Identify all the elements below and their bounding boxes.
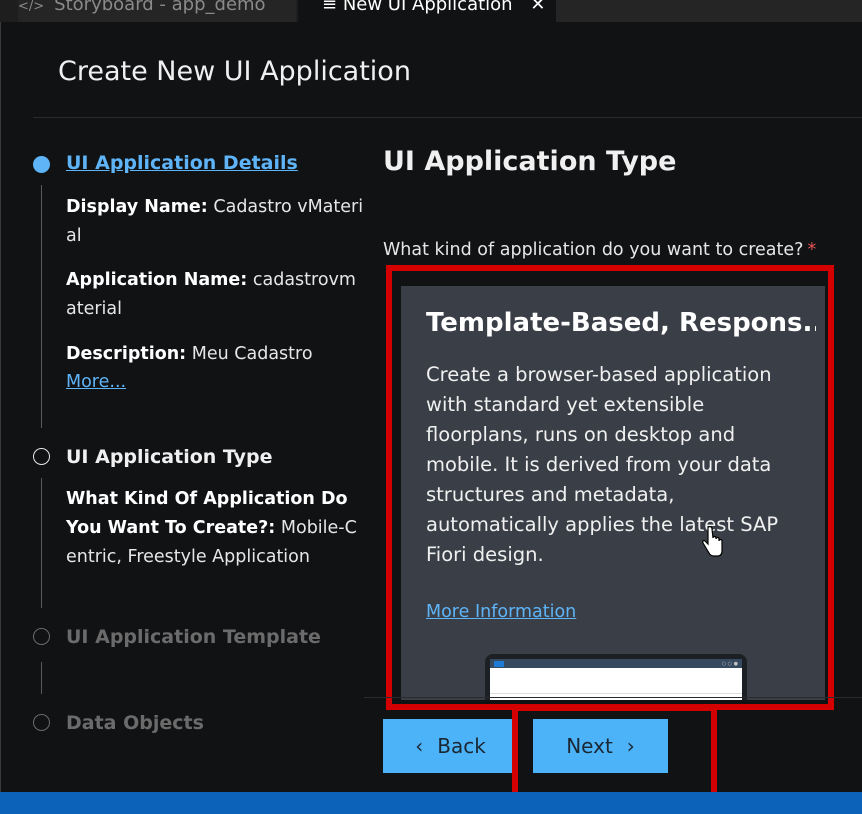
code-brackets-icon: </> bbox=[18, 0, 45, 14]
step-details-summary: Display Name: Cadastro vMaterial bbox=[66, 193, 364, 251]
required-marker: * bbox=[807, 240, 817, 260]
tab-storyboard-label: Storyboard - app_demo bbox=[54, 0, 266, 15]
section-title: UI Application Type bbox=[383, 146, 677, 177]
tab-new-ui-application[interactable]: ≡ New UI Application ✕ bbox=[298, 0, 556, 22]
step-indicator-details bbox=[33, 156, 50, 173]
question-label: What kind of application do you want to … bbox=[383, 240, 804, 260]
chevron-left-icon: ‹ bbox=[415, 734, 424, 758]
menu-icon: ≡ bbox=[322, 0, 338, 15]
back-button-label: Back bbox=[437, 734, 486, 758]
application-kind-question: What kind of application do you want to … bbox=[383, 240, 816, 260]
step-ui-application-template: UI Application Template bbox=[66, 626, 321, 648]
status-bar bbox=[0, 792, 862, 814]
title-divider bbox=[33, 117, 862, 118]
highlight-box-next bbox=[512, 705, 717, 798]
step-indicator-data-objects bbox=[33, 714, 50, 731]
step-indicator-template bbox=[33, 628, 50, 645]
close-icon[interactable]: ✕ bbox=[530, 0, 545, 15]
step-ui-application-type[interactable]: UI Application Type bbox=[66, 446, 273, 468]
summary-application-name: Application Name: cadastrovmaterial bbox=[66, 270, 356, 319]
highlight-box-card bbox=[386, 265, 834, 710]
more-link[interactable]: More... bbox=[66, 372, 126, 392]
step-ui-application-details[interactable]: UI Application Details bbox=[66, 152, 298, 174]
step-data-objects: Data Objects bbox=[66, 712, 204, 734]
tab-storyboard[interactable]: </> Storyboard - app_demo bbox=[18, 0, 296, 22]
editor-tab-strip: </> Storyboard - app_demo ≡ New UI Applic… bbox=[0, 0, 862, 22]
hand-cursor-icon bbox=[702, 526, 723, 557]
summary-description: Description: Meu Cadastro bbox=[66, 344, 313, 364]
step-indicator-type bbox=[33, 448, 50, 465]
tab-strip-empty bbox=[556, 0, 862, 22]
footer-divider bbox=[364, 697, 862, 698]
step-connector bbox=[41, 185, 42, 428]
tab-new-ui-application-label: New UI Application bbox=[342, 0, 513, 15]
step-connector bbox=[41, 662, 42, 694]
back-button[interactable]: ‹ Back bbox=[383, 719, 518, 773]
dialog-title: Create New UI Application bbox=[58, 56, 411, 87]
step-connector bbox=[41, 478, 42, 608]
summary-application-kind: What Kind Of Application Do You Want To … bbox=[66, 489, 357, 567]
summary-display-name: Display Name: Cadastro vMaterial bbox=[66, 197, 364, 246]
